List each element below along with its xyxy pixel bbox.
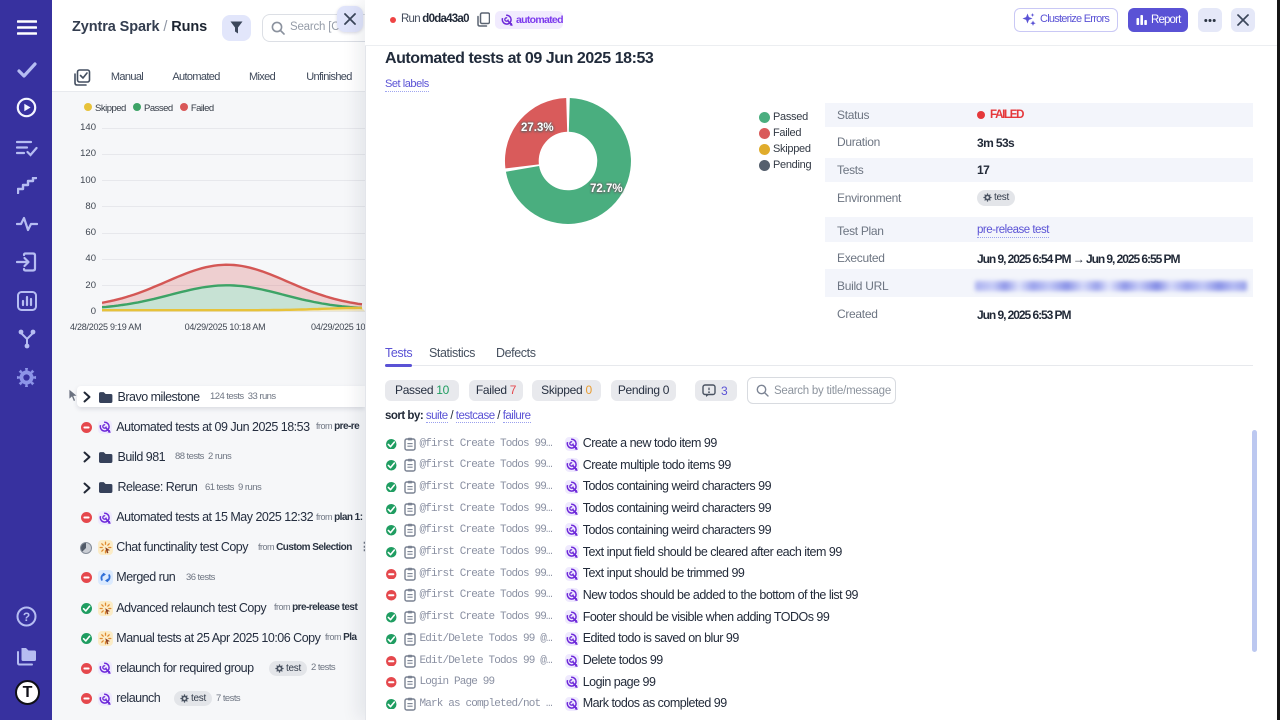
svg-text:?: ? [23,610,30,624]
